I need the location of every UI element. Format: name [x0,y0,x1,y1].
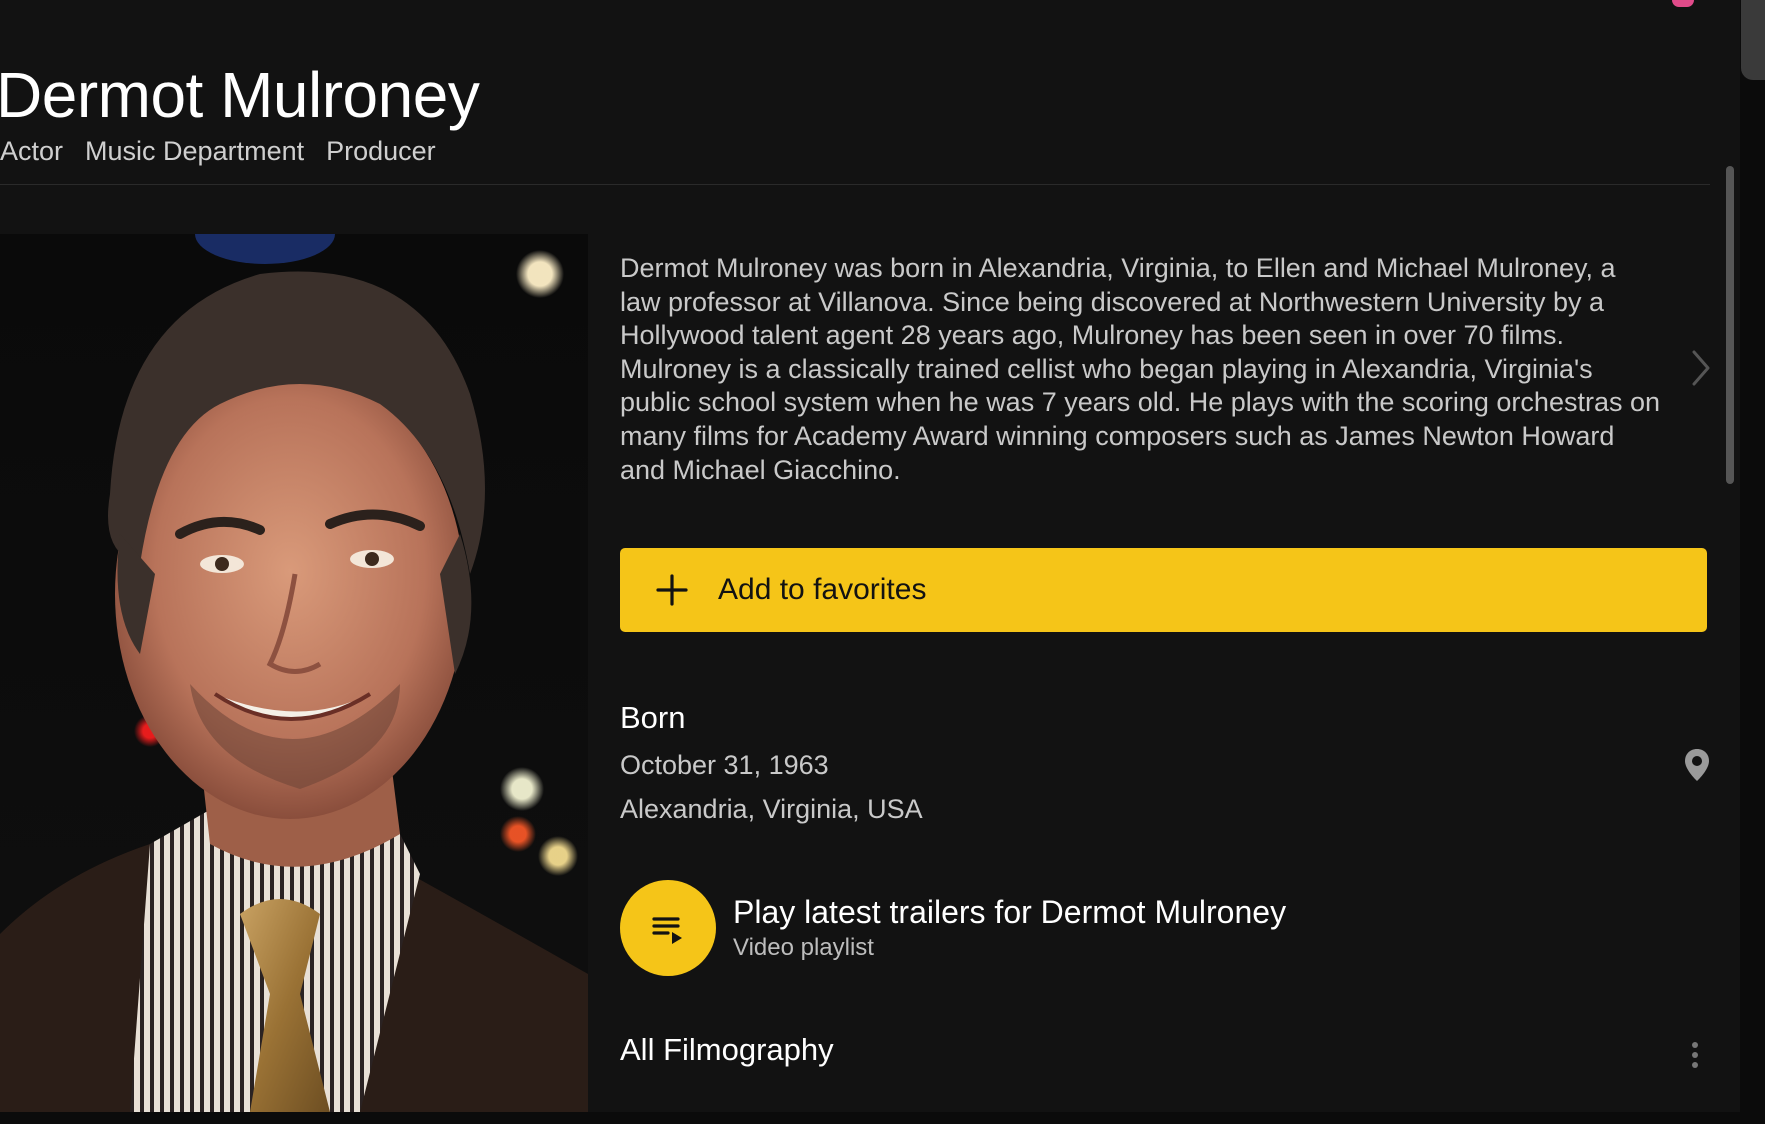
status-indicators [1666,0,1700,11]
window-edge-handle[interactable] [1741,0,1765,80]
play-trailers-button[interactable] [620,880,716,976]
role-item: Producer [326,136,436,166]
profile-photo[interactable] [0,234,588,1112]
header-divider [0,184,1710,185]
role-item: Music Department [85,136,305,166]
biography-text[interactable]: Dermot Mulroney was born in Alexandria, … [620,252,1660,487]
plus-icon [656,574,688,606]
trailers-subtitle: Video playlist [733,934,874,961]
born-heading: Born [620,700,686,735]
person-page: Dermot Mulroney Actor Music Department P… [0,0,1740,1112]
scrollbar[interactable] [1726,166,1734,484]
chevron-right-icon[interactable] [1690,348,1712,388]
status-dot-icon [1672,0,1694,7]
add-to-favorites-label: Add to favorites [718,573,927,606]
bottom-strip [0,1112,1765,1124]
role-item: Actor [0,136,64,166]
add-to-favorites-button[interactable]: Add to favorites [620,548,1707,632]
status-bar [0,0,1740,7]
birth-date[interactable]: October 31, 1963 [620,750,829,781]
role-list: Actor Music Department Producer [0,136,436,167]
window-edge [1740,0,1765,1112]
profile-photo-illustration [0,234,588,1112]
filmography-heading[interactable]: All Filmography [620,1032,834,1068]
page-title: Dermot Mulroney [0,59,480,131]
trailers-title[interactable]: Play latest trailers for Dermot Mulroney [733,894,1286,931]
kebab-menu-icon[interactable] [1688,1040,1702,1070]
playlist-play-icon [652,917,682,944]
birth-place[interactable]: Alexandria, Virginia, USA [620,794,923,825]
map-pin-icon[interactable] [1683,747,1711,783]
